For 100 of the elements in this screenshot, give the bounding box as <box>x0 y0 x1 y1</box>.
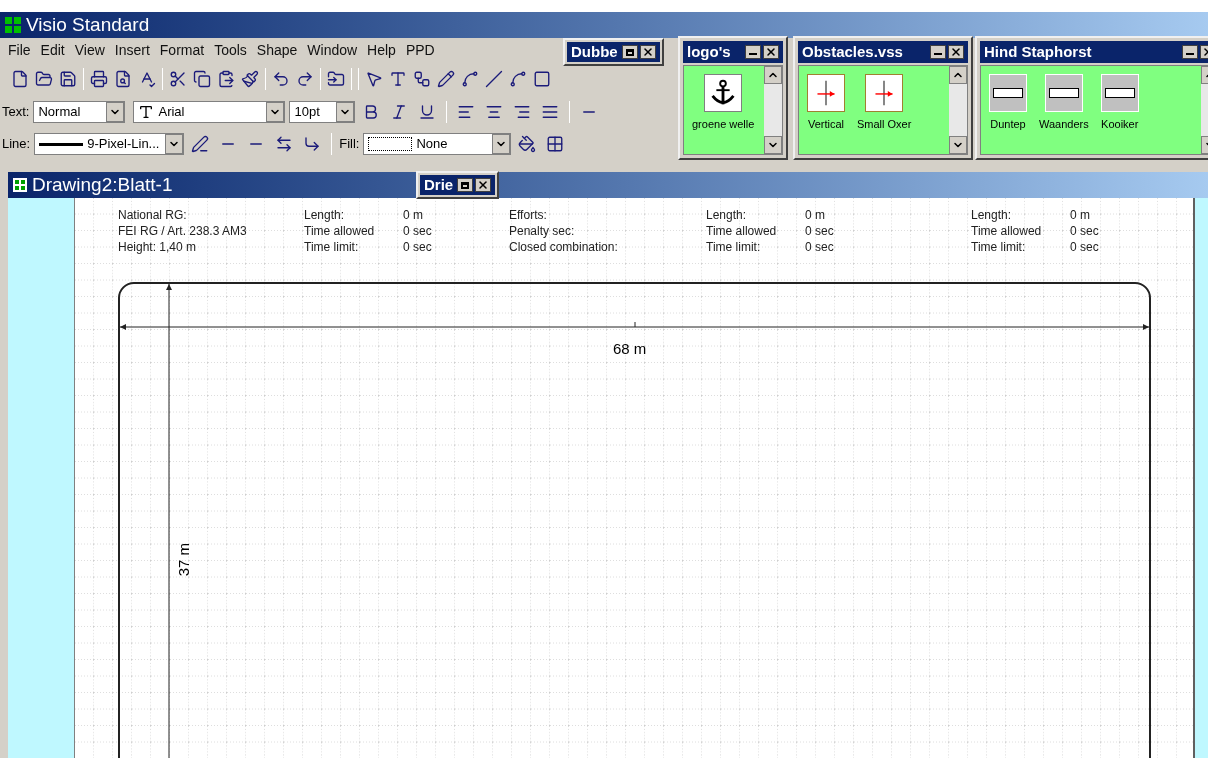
info-value: 0 m <box>805 207 825 222</box>
arc-icon[interactable] <box>509 70 527 88</box>
line-color-icon[interactable] <box>191 135 210 153</box>
cut-icon[interactable] <box>169 70 187 88</box>
info-label: Time limit: <box>706 239 762 254</box>
menu-item[interactable]: File <box>4 39 35 61</box>
minimize-button[interactable] <box>745 45 761 59</box>
justify-icon[interactable] <box>541 103 560 121</box>
info-label: Time allowed <box>971 223 1043 238</box>
info-value: 0 sec <box>805 239 834 254</box>
align-left-icon[interactable] <box>457 103 476 121</box>
stencil-title: Hind Staphorst <box>984 41 1092 62</box>
line-style-dropdown[interactable]: 9-Pixel-Lin... <box>34 133 185 155</box>
line-label: Line: <box>2 135 31 154</box>
info-label: Length: <box>971 207 1013 222</box>
fill-label: Fill: <box>339 135 360 154</box>
menu-item[interactable]: Help <box>363 39 400 61</box>
open-folder-icon[interactable] <box>35 70 53 88</box>
pattern-icon[interactable] <box>546 135 565 153</box>
format-painter-icon[interactable] <box>241 70 259 88</box>
anchor-logo-icon <box>704 74 743 112</box>
close-icon <box>765 46 777 58</box>
fill-dropdown[interactable]: None <box>363 133 512 155</box>
close-icon <box>950 46 962 58</box>
info-text: FEI RG / Art. 238.3 AM3 <box>118 223 247 238</box>
minimize-button[interactable] <box>930 45 946 59</box>
drawing-title: Drawing2:Blatt-1 <box>32 172 173 197</box>
close-icon <box>477 179 490 191</box>
printer-icon[interactable] <box>90 70 108 88</box>
scrollbar[interactable] <box>949 66 967 154</box>
stencil-title: logo's <box>687 41 731 62</box>
stencil-master[interactable]: Vertical <box>807 74 845 154</box>
info-value: 0 sec <box>403 239 432 254</box>
align-right-icon[interactable] <box>513 103 532 121</box>
sign-board-icon <box>1044 74 1083 112</box>
close-button[interactable] <box>763 45 779 59</box>
close-button[interactable] <box>475 178 492 192</box>
menu-item[interactable]: Tools <box>210 39 251 61</box>
info-value: 0 sec <box>1070 239 1099 254</box>
info-label: Length: <box>706 207 748 222</box>
menu-item[interactable]: PPD <box>401 39 439 61</box>
corner-icon[interactable] <box>303 135 322 153</box>
font-dropdown[interactable]: Arial <box>133 101 286 123</box>
text-tool-icon[interactable] <box>389 70 407 88</box>
underline-icon[interactable] <box>418 103 437 121</box>
info-label: Time limit: <box>971 239 1027 254</box>
menu-item[interactable]: Format <box>155 39 209 61</box>
restore-button[interactable] <box>621 45 638 59</box>
info-text: Penalty sec: <box>509 223 576 238</box>
menu-item[interactable]: Insert <box>110 39 154 61</box>
menu-item[interactable]: Edit <box>36 39 69 61</box>
minimize-button[interactable] <box>1182 45 1198 59</box>
menu-item[interactable]: Window <box>303 39 362 61</box>
text-label: Text: <box>2 103 30 122</box>
fill-sample-icon <box>368 137 413 151</box>
pencil-icon[interactable] <box>437 70 455 88</box>
close-button[interactable] <box>948 45 964 59</box>
app-logo-icon <box>4 16 22 34</box>
window-title: Dubbe <box>571 41 618 62</box>
print-preview-icon[interactable] <box>114 70 132 88</box>
text-style-dropdown[interactable]: Normal <box>33 101 126 123</box>
folder-icon[interactable] <box>327 70 345 88</box>
stencil-master[interactable]: Duntep <box>989 74 1027 154</box>
stencil-master[interactable]: Kooiker <box>1100 74 1139 154</box>
freeform-icon[interactable] <box>461 70 479 88</box>
close-icon <box>641 46 654 58</box>
save-icon[interactable] <box>59 70 77 88</box>
menu-item[interactable]: Shape <box>252 39 302 61</box>
undo-icon[interactable] <box>272 70 290 88</box>
info-value: 0 sec <box>805 223 834 238</box>
align-center-icon[interactable] <box>485 103 504 121</box>
paste-icon[interactable] <box>217 70 235 88</box>
restore-button[interactable] <box>457 178 474 192</box>
info-label: Time allowed <box>304 223 376 238</box>
font-size-dropdown[interactable]: 10pt <box>289 101 356 123</box>
line-ends-icon[interactable] <box>275 135 294 153</box>
new-file-icon[interactable] <box>11 70 29 88</box>
pointer-icon[interactable] <box>365 70 383 88</box>
line-icon[interactable] <box>485 70 503 88</box>
redo-icon[interactable] <box>296 70 314 88</box>
font-icon <box>138 104 155 120</box>
line-sample-icon <box>39 142 84 146</box>
scrollbar[interactable] <box>764 66 782 154</box>
info-text: Height: 1,40 m <box>118 239 198 254</box>
paint-bucket-icon[interactable] <box>518 135 537 153</box>
drawing-icon <box>12 177 28 193</box>
info-value: 0 m <box>403 207 423 222</box>
rectangle-icon[interactable] <box>533 70 551 88</box>
stencil-master[interactable]: Waanders <box>1039 74 1089 154</box>
app-title: Visio Standard <box>26 12 150 37</box>
sign-board-icon <box>1100 74 1139 112</box>
sign-board-icon <box>989 74 1027 112</box>
stencil-master[interactable]: Small Oxer <box>857 74 912 154</box>
menu-item[interactable]: View <box>70 39 109 61</box>
info-value: 0 sec <box>403 223 432 238</box>
connector-icon[interactable] <box>413 70 431 88</box>
copy-icon[interactable] <box>193 70 211 88</box>
close-button[interactable] <box>639 45 656 59</box>
info-text: Efforts: <box>509 207 548 222</box>
info-label: Time limit: <box>304 239 360 254</box>
